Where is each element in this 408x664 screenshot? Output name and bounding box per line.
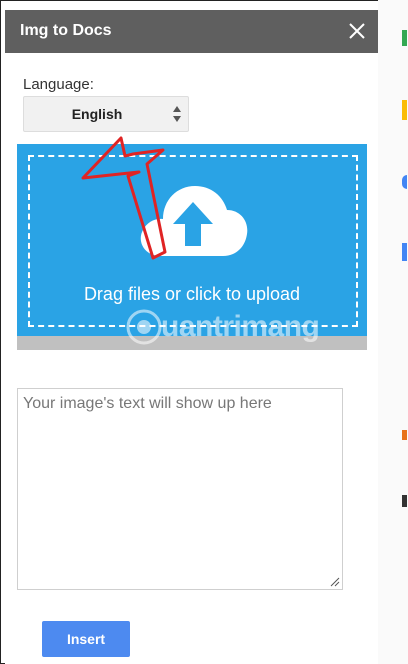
panel-title: Img to Docs (20, 22, 112, 39)
insert-button[interactable]: Insert (42, 621, 130, 657)
language-select-value: English (71, 106, 123, 122)
document-gutter (378, 0, 408, 664)
watermark-logo-icon (126, 309, 162, 345)
toolbar-marker-green (402, 30, 407, 46)
resize-handle-icon[interactable] (330, 577, 340, 587)
close-icon[interactable] (348, 22, 366, 40)
toolbar-marker-blue (402, 175, 407, 189)
language-select[interactable]: English (23, 96, 189, 132)
cloud-upload-icon (140, 186, 248, 256)
panel-header: Img to Docs (5, 10, 378, 53)
watermark-text: uantrimang (161, 310, 320, 343)
output-textarea[interactable]: Your image's text will show up here (17, 388, 343, 590)
select-arrows-icon (173, 106, 181, 122)
toolbar-marker-blue-2 (402, 243, 407, 261)
output-placeholder: Your image's text will show up here (23, 395, 272, 412)
upload-instruction: Drag files or click to upload (83, 284, 301, 304)
sidebar-panel: Img to Docs Language: English Drag files… (5, 10, 378, 664)
toolbar-marker-yellow (402, 100, 407, 120)
toolbar-marker-dark (402, 495, 407, 507)
watermark: uantrimang (125, 306, 355, 350)
language-label: Language: (23, 76, 94, 93)
toolbar-marker-orange (402, 430, 407, 440)
